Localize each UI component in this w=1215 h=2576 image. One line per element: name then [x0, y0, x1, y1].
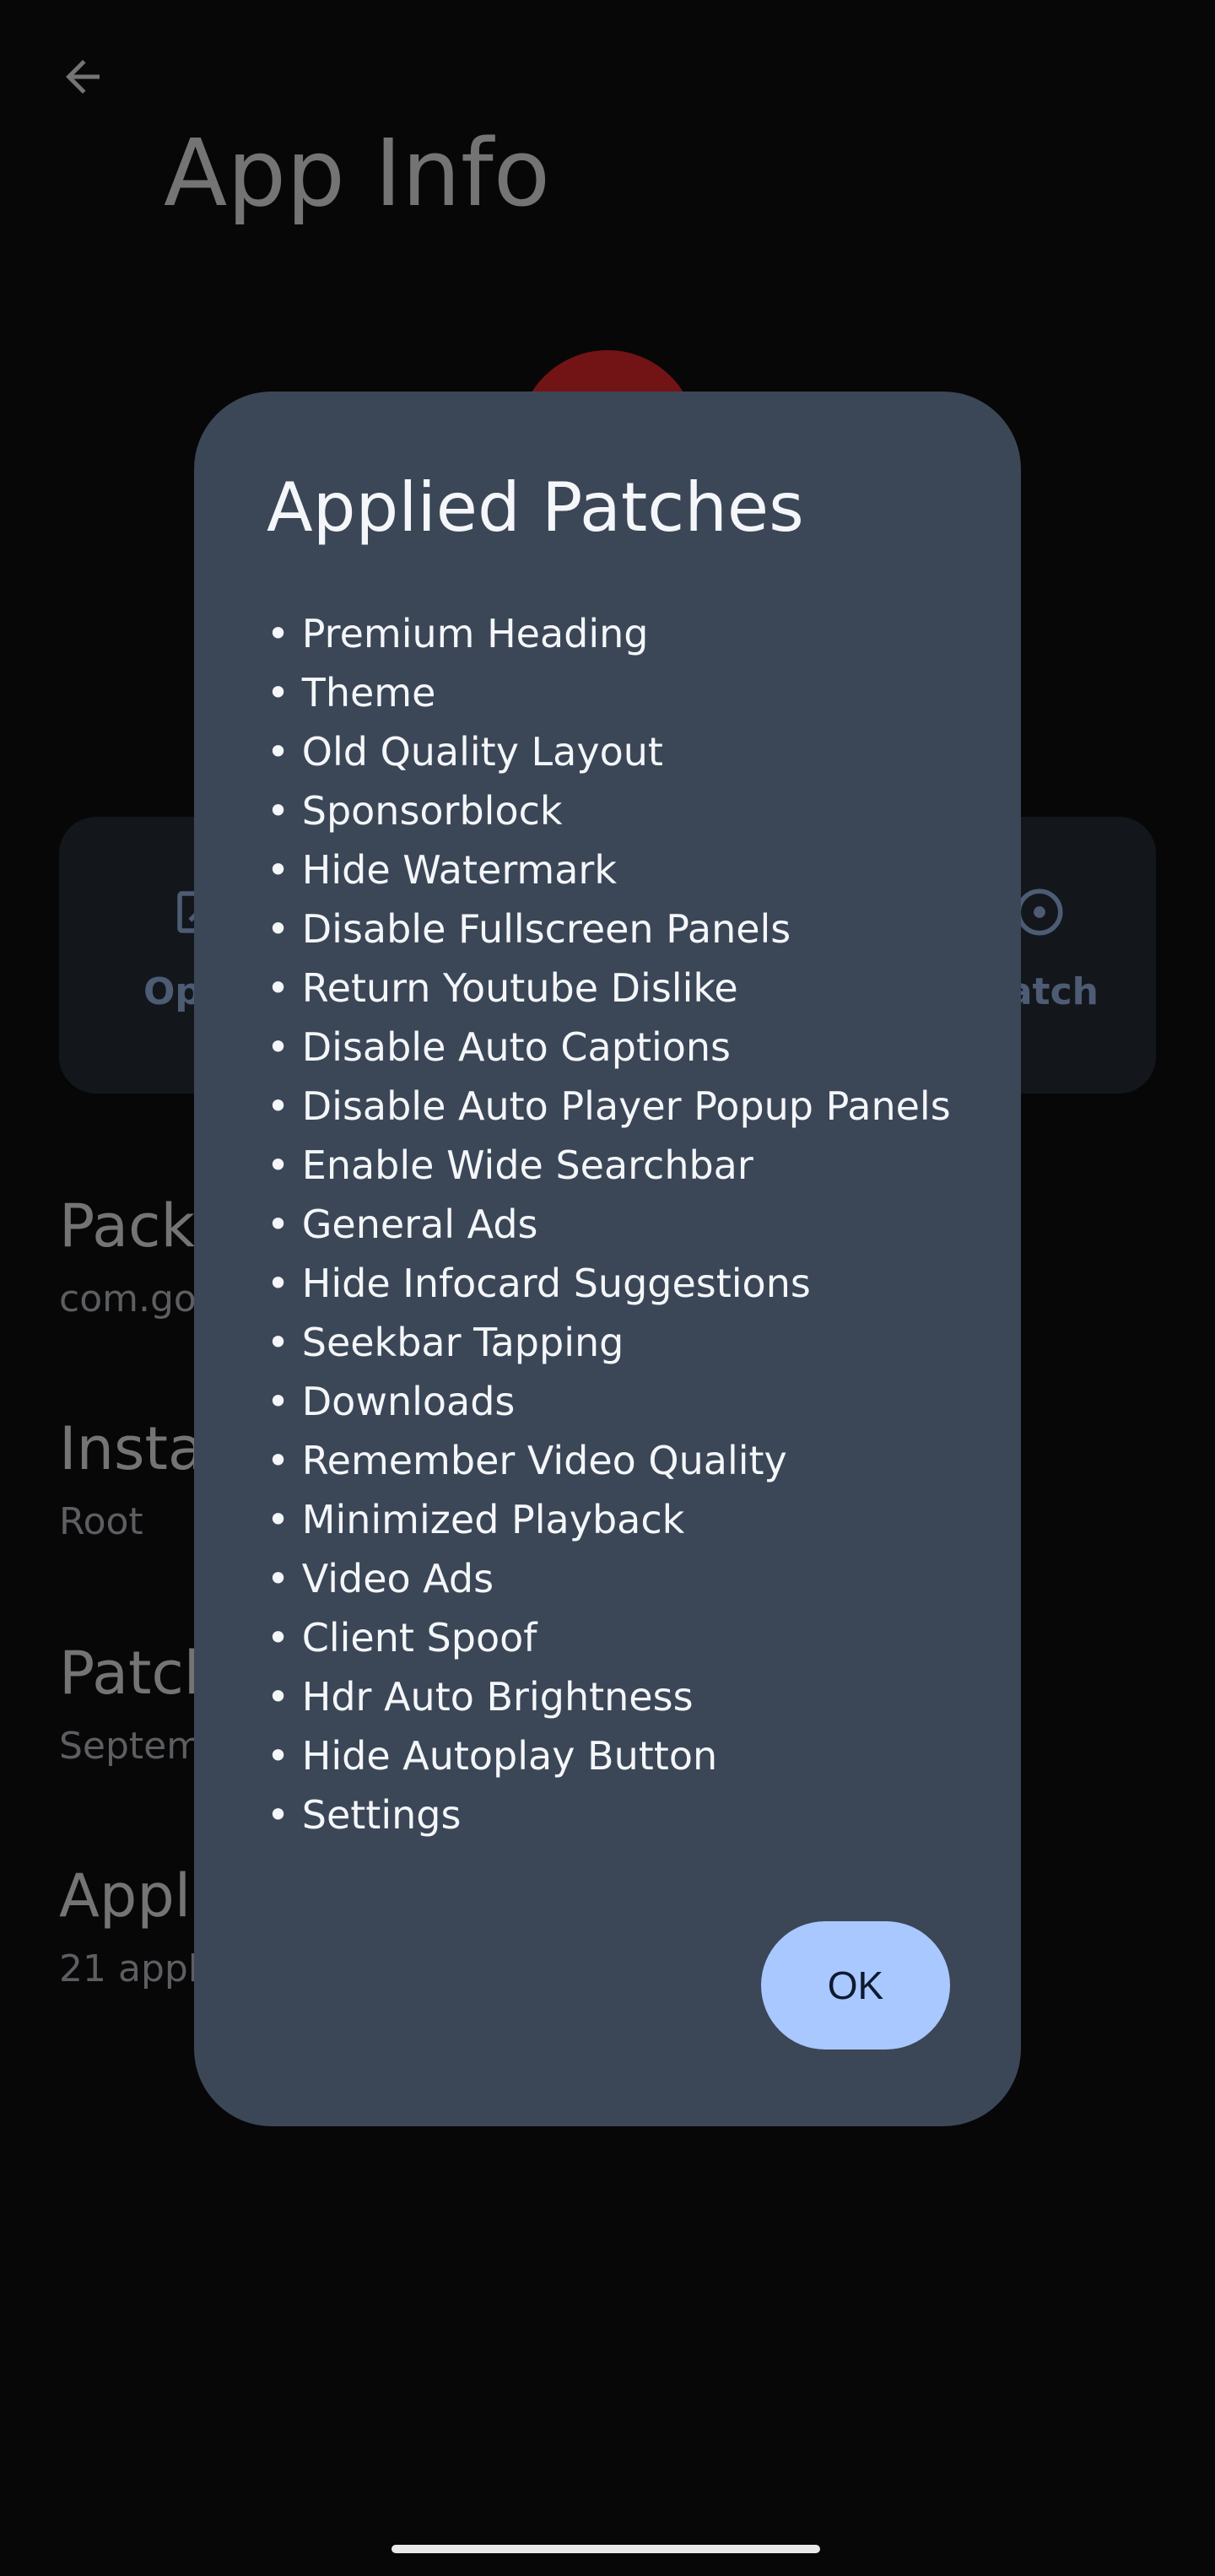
patch-item: • Theme: [267, 670, 436, 716]
patch-item: • Hide Autoplay Button: [267, 1733, 718, 1779]
patch-item: • Enable Wide Searchbar: [267, 1142, 753, 1188]
patch-item: • Client Spoof: [267, 1615, 537, 1661]
patch-item: • Remember Video Quality: [267, 1438, 787, 1483]
patch-list: • Premium Heading • Theme • Old Quality …: [267, 604, 951, 1844]
patch-item: • Hdr Auto Brightness: [267, 1674, 694, 1720]
applied-patches-dialog: Applied Patches • Premium Heading • Them…: [194, 392, 1021, 2126]
patch-item: • Disable Auto Player Popup Panels: [267, 1083, 951, 1129]
patch-item: • Settings: [267, 1792, 462, 1838]
dialog-title: Applied Patches: [267, 468, 804, 547]
patch-item: • Return Youtube Dislike: [267, 965, 738, 1011]
patch-item: • Disable Auto Captions: [267, 1024, 732, 1070]
patch-item: • Hide Watermark: [267, 847, 617, 893]
patch-item: • Video Ads: [267, 1556, 494, 1601]
patch-item: • Hide Infocard Suggestions: [267, 1261, 811, 1306]
patch-item: • Premium Heading: [267, 611, 649, 656]
ok-button[interactable]: OK: [761, 1921, 950, 2049]
patch-item: • Sponsorblock: [267, 788, 563, 834]
patch-item: • General Ads: [267, 1202, 538, 1247]
patch-item: • Downloads: [267, 1379, 516, 1424]
home-indicator[interactable]: [392, 2545, 820, 2553]
patch-item: • Old Quality Layout: [267, 729, 663, 775]
patch-item: • Seekbar Tapping: [267, 1320, 624, 1365]
patch-item: • Disable Fullscreen Panels: [267, 906, 791, 952]
patch-item: • Minimized Playback: [267, 1497, 685, 1542]
